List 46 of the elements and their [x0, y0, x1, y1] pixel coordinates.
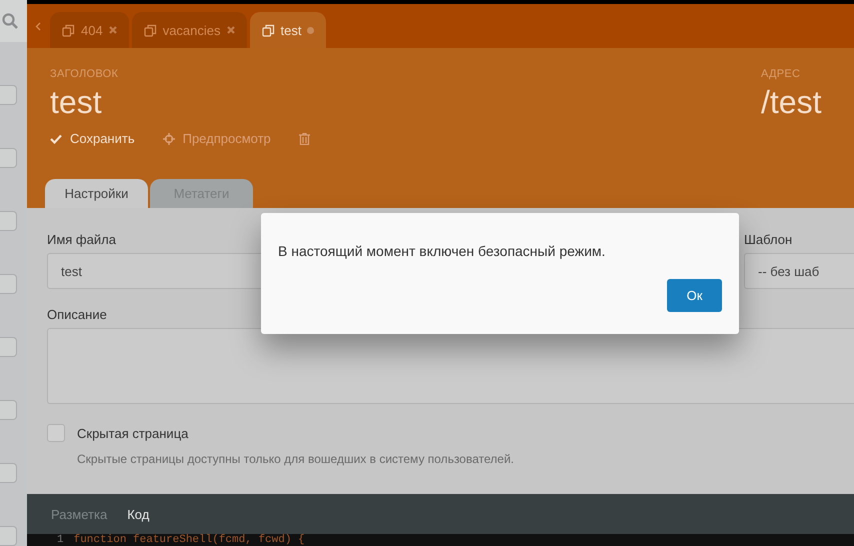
crosshair-icon — [162, 132, 175, 144]
sidebar-checkbox[interactable] — [0, 337, 17, 357]
code-line: function featureShell(fcmd, fcwd) { — [74, 534, 305, 546]
template-select[interactable]: -- без шаб — [744, 253, 854, 289]
line-number: 1 — [57, 534, 64, 546]
page-address: /test — [761, 84, 822, 121]
tab-label: 404 — [81, 22, 103, 38]
checkmark-icon — [50, 134, 62, 144]
chevron-left-icon[interactable] — [35, 22, 41, 30]
tab-label: vacancies — [162, 22, 221, 38]
save-button[interactable]: Сохранить — [50, 131, 135, 146]
close-icon[interactable] — [226, 26, 235, 34]
page-title: test — [50, 84, 103, 121]
copy-icon — [62, 24, 75, 36]
editor-mode-tab[interactable]: Код — [127, 506, 150, 522]
preview-button[interactable]: Предпросмотр — [162, 131, 271, 146]
ok-button[interactable]: Ок — [667, 279, 722, 312]
sidebar-checkbox[interactable] — [0, 85, 17, 105]
sidebar-checkbox[interactable] — [0, 400, 17, 420]
editor-mode-tab[interactable]: Разметка — [51, 506, 108, 522]
sidebar-checkbox[interactable] — [0, 526, 17, 546]
editor-tab[interactable]: 404 — [50, 12, 129, 48]
description-field[interactable] — [47, 328, 854, 404]
search-icon[interactable] — [2, 13, 18, 29]
copy-icon — [144, 24, 157, 36]
sidebar-checkbox[interactable] — [0, 148, 17, 168]
sidebar-checkbox[interactable] — [0, 463, 17, 483]
sidebar-checkbox[interactable] — [0, 211, 17, 231]
close-icon[interactable] — [108, 26, 117, 34]
field-label: Имя файла — [47, 232, 117, 247]
form-tab[interactable]: Настройки — [45, 179, 148, 208]
address-label: АДРЕС — [761, 68, 802, 80]
field-label: Описание — [47, 307, 108, 322]
editor-tab[interactable]: vacancies — [132, 12, 247, 48]
delete-button[interactable] — [298, 132, 310, 144]
hidden-page-checkbox[interactable] — [47, 424, 65, 442]
field-label: Шаблон — [744, 232, 794, 247]
dialog-message: В настоящий момент включен безопасный режим. — [278, 243, 606, 259]
sidebar-checkbox[interactable] — [0, 274, 17, 294]
copy-icon — [262, 24, 275, 36]
editor-tab[interactable]: test — [250, 12, 326, 48]
tab-label: test — [280, 22, 302, 38]
trash-icon — [298, 132, 310, 144]
checkbox-label: Скрытая страница — [77, 426, 188, 440]
title-label: ЗАГОЛОВОК — [50, 68, 118, 80]
hint-text: Скрытые страницы доступны только для вошедших в систему пользователей. — [77, 452, 515, 466]
